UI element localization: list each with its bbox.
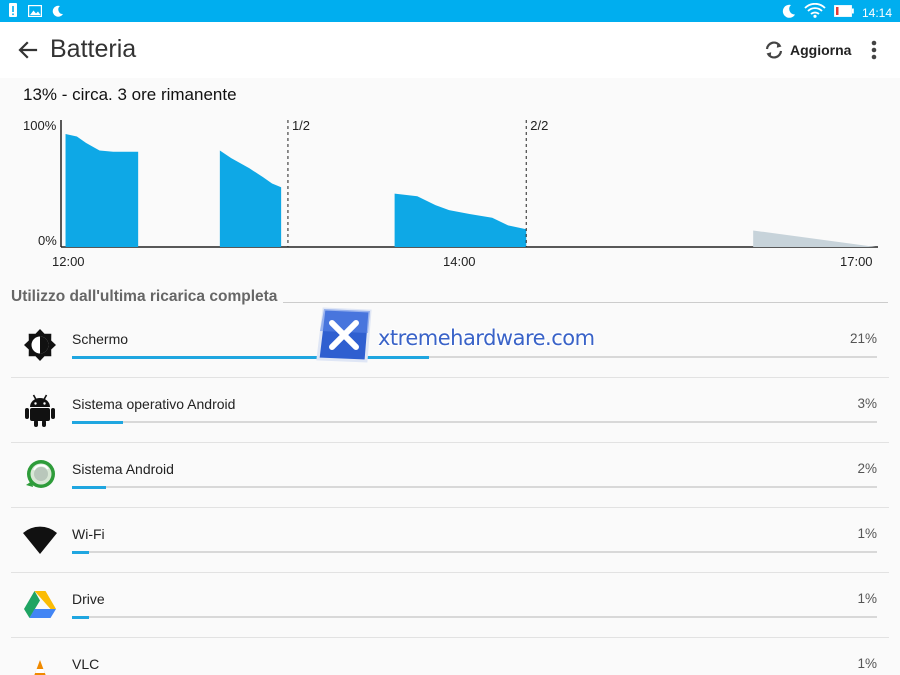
usage-progress-fill xyxy=(72,421,123,424)
x-logo-icon xyxy=(316,307,372,363)
drive-icon xyxy=(22,587,58,623)
wifi-icon xyxy=(22,522,58,558)
usage-item-android-os[interactable]: Sistema operativo Android 3% xyxy=(0,378,900,443)
marker-label-1: 1/2 xyxy=(292,118,310,133)
alert-icon xyxy=(8,3,18,22)
usage-item-android-system[interactable]: Sistema Android 2% xyxy=(0,443,900,508)
android-icon xyxy=(22,392,58,428)
back-button[interactable] xyxy=(14,36,42,64)
more-options-button[interactable] xyxy=(862,36,886,64)
status-left-icons xyxy=(8,3,64,22)
battery-level-area-2 xyxy=(219,150,282,247)
usage-item-percent: 1% xyxy=(857,591,877,606)
app-bar: Batteria Aggiorna xyxy=(0,22,900,78)
usage-item-percent: 1% xyxy=(857,656,877,671)
usage-item-name: Schermo xyxy=(72,331,129,347)
usage-item-name: Drive xyxy=(72,591,105,607)
page-title: Batteria xyxy=(50,35,137,63)
moon-icon xyxy=(52,4,64,22)
usage-progress-fill xyxy=(72,551,89,554)
usage-progress-track xyxy=(72,486,877,489)
arrow-back-icon xyxy=(18,41,38,59)
usage-progress-fill xyxy=(72,486,106,489)
marker-label-2: 2/2 xyxy=(530,118,548,133)
battery-level-area-3 xyxy=(394,193,527,247)
usage-progress-track xyxy=(72,551,877,554)
usage-progress-fill xyxy=(72,616,89,619)
usage-item-drive[interactable]: Drive 1% xyxy=(0,573,900,638)
xtick-label-17: 17:00 xyxy=(840,254,873,269)
usage-progress-track xyxy=(72,421,877,424)
moon-icon xyxy=(782,4,796,23)
status-bar: 14:14 xyxy=(0,0,900,22)
xtick-label-14: 14:00 xyxy=(443,254,476,269)
ytick-label-0: 0% xyxy=(38,233,57,248)
watermark-text: xtremehardware.com xyxy=(378,326,595,350)
usage-item-name: Wi-Fi xyxy=(72,526,105,542)
wifi-icon xyxy=(804,2,826,23)
watermark: xtremehardware.com xyxy=(310,305,595,367)
usage-item-percent: 21% xyxy=(849,331,877,346)
usage-item-name: Sistema operativo Android xyxy=(72,396,236,412)
clock: 14:14 xyxy=(861,6,892,20)
usage-item-vlc[interactable]: VLC 1% xyxy=(0,638,900,675)
battery-level-area-1 xyxy=(65,133,139,247)
brightness-icon xyxy=(22,327,58,363)
image-icon xyxy=(27,4,43,22)
refresh-button[interactable]: Aggiorna xyxy=(762,36,851,64)
usage-item-percent: 2% xyxy=(857,461,877,476)
status-right-icons: 14:14 xyxy=(782,2,892,23)
battery-history-chart: 1/2 2/2 100% 0% 12:00 14:00 17:00 xyxy=(23,118,878,269)
usage-item-name: Sistema Android xyxy=(72,461,174,477)
ytick-label-100: 100% xyxy=(23,118,57,133)
refresh-label: Aggiorna xyxy=(790,42,852,58)
refresh-icon xyxy=(765,41,783,59)
xtick-label-12: 12:00 xyxy=(52,254,85,269)
battery-prediction-area xyxy=(753,230,876,247)
battery-summary: 13% - circa. 3 ore rimanente xyxy=(23,85,237,104)
vlc-icon xyxy=(22,652,58,675)
battery-low-icon xyxy=(834,4,854,22)
android-system-icon xyxy=(22,457,58,493)
section-title: Utilizzo dall'ultima ricarica completa xyxy=(11,288,284,306)
usage-section-header: Utilizzo dall'ultima ricarica completa xyxy=(11,288,888,306)
usage-item-percent: 3% xyxy=(857,396,877,411)
usage-item-wifi[interactable]: Wi-Fi 1% xyxy=(0,508,900,573)
more-vert-icon xyxy=(871,40,877,60)
usage-item-name: VLC xyxy=(72,656,100,672)
usage-item-percent: 1% xyxy=(857,526,877,541)
usage-progress-track xyxy=(72,616,877,619)
